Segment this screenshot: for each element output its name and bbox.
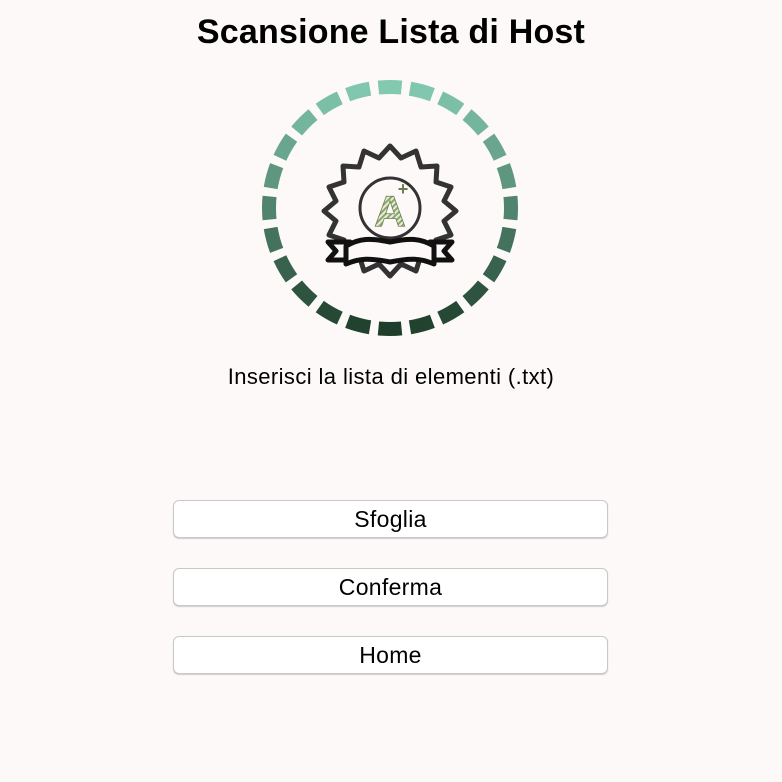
ring-segment [291,109,318,136]
instruction-text: Inserisci la lista di elementi (.txt) [227,364,555,389]
ring-segment [377,79,403,95]
ring-segment [262,195,277,221]
certificate-badge-icon: A + [262,79,518,336]
confirm-button[interactable]: Conferma [173,568,608,606]
ring-segment [315,91,343,116]
ring-segment [273,255,298,283]
ribbon-banner [325,236,455,267]
ring-segment [437,300,465,325]
ring-segment [462,280,489,307]
ring-segment [291,280,318,307]
ring-segment [263,163,284,190]
ring-segment [503,195,518,221]
ring-segment [408,81,435,102]
ring-segment [437,91,465,116]
ring-segment [408,314,435,335]
page-title: Scansione Lista di Host [196,13,586,51]
ring-segment [462,109,489,136]
ring-segment [345,81,372,102]
logo: A + [260,78,520,338]
ring-segment [496,226,517,253]
ring-segment [482,255,507,283]
browse-button[interactable]: Sfoglia [173,500,608,538]
ring-segment [315,300,343,325]
ring-segment [345,314,372,335]
ring-segment [377,321,403,336]
home-button[interactable]: Home [173,636,608,674]
ring-segment [273,133,298,161]
ring-segment [263,226,284,253]
badge-plus: + [398,179,409,199]
ring-segment [496,163,517,190]
ring-segment [482,133,507,161]
